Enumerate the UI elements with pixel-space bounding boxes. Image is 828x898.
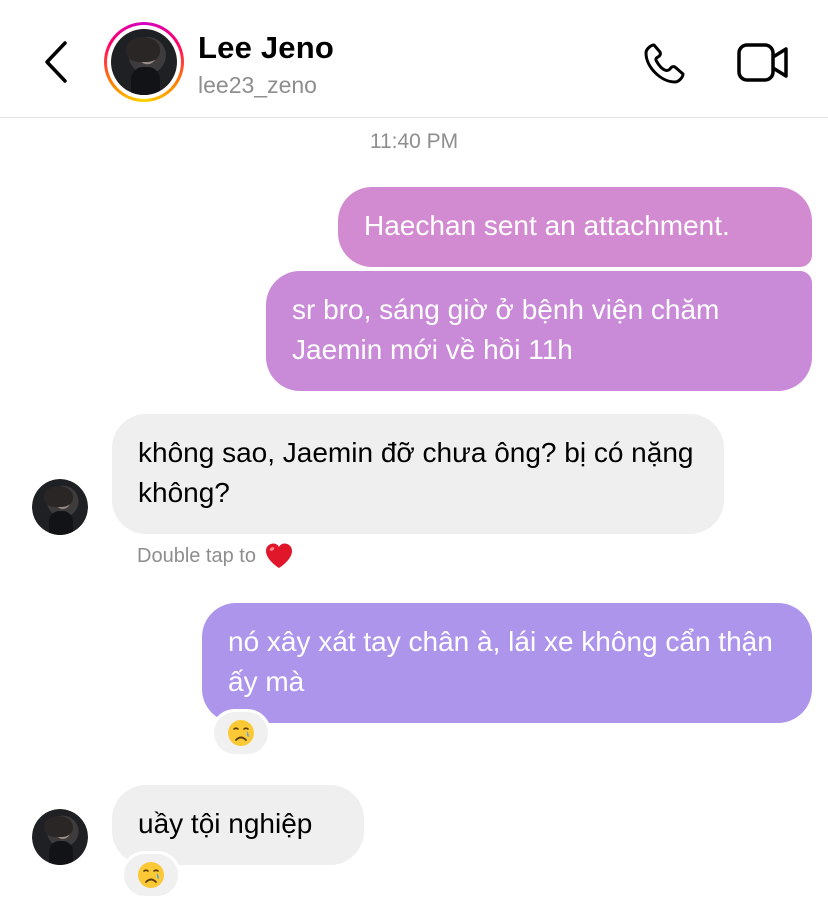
contact-name[interactable]: Lee Jeno <box>198 30 334 66</box>
sender-avatar[interactable] <box>32 809 88 865</box>
contact-username[interactable]: lee23_zeno <box>198 72 317 99</box>
avatar-image <box>32 809 88 865</box>
received-message-bubble[interactable]: không sao, Jaemin đỡ chưa ông? bị có nặn… <box>112 414 724 534</box>
sender-avatar[interactable] <box>32 479 88 535</box>
chevron-left-icon <box>45 41 67 83</box>
phone-icon <box>644 43 685 84</box>
message-reaction[interactable] <box>121 851 181 898</box>
video-call-button[interactable] <box>736 40 790 86</box>
heart-icon <box>265 543 292 568</box>
chat-header: Lee Jeno lee23_zeno <box>0 0 828 118</box>
message-reaction[interactable] <box>211 709 271 757</box>
video-camera-icon <box>737 43 788 82</box>
back-button[interactable] <box>36 38 76 86</box>
crying-face-icon <box>138 862 164 888</box>
avatar-image <box>111 29 177 95</box>
sent-message-bubble[interactable]: sr bro, sáng giờ ở bệnh viện chăm Jaemin… <box>266 271 812 391</box>
sent-message-bubble[interactable]: nó xây xát tay chân à, lái xe không cẩn … <box>202 603 812 723</box>
avatar-image <box>32 479 88 535</box>
audio-call-button[interactable] <box>640 40 688 88</box>
double-tap-hint-text: Double tap to <box>137 544 256 567</box>
double-tap-hint: Double tap to <box>137 542 294 570</box>
sent-message-bubble[interactable]: Haechan sent an attachment. <box>338 187 812 267</box>
crying-face-icon <box>228 720 254 746</box>
message-timestamp: 11:40 PM <box>369 130 459 153</box>
profile-avatar[interactable] <box>104 22 184 102</box>
